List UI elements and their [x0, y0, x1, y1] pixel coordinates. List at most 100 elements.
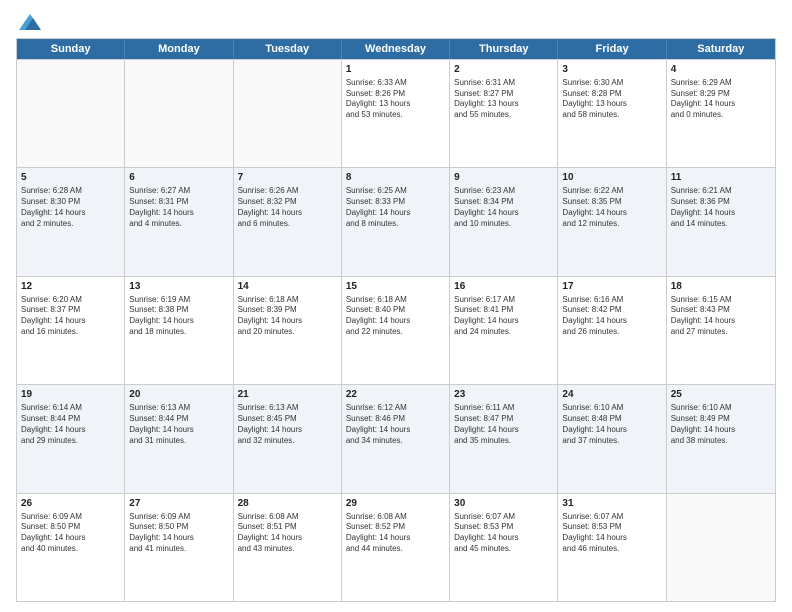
cal-cell: 9 Sunrise: 6:23 AM Sunset: 8:34 PM Daylig… — [450, 168, 558, 275]
week-row-1: 5Sunrise: 6:28 AM Sunset: 8:30 PM Daylig… — [17, 167, 775, 275]
day-number: 13 — [129, 280, 228, 293]
day-number: 29 — [346, 497, 445, 510]
cal-cell: 10 Sunrise: 6:22 AM Sunset: 8:35 PM Dayli… — [558, 168, 666, 275]
cell-info: Sunrise: 6:13 AM Sunset: 8:45 PM Dayligh… — [238, 403, 337, 446]
page: SundayMondayTuesdayWednesdayThursdayFrid… — [0, 0, 792, 612]
day-number: 9 — [454, 171, 553, 184]
cal-cell: 22Sunrise: 6:12 AM Sunset: 8:46 PM Dayli… — [342, 385, 450, 492]
cell-info: Sunrise: 6:14 AM Sunset: 8:44 PM Dayligh… — [21, 403, 120, 446]
day-number: 27 — [129, 497, 228, 510]
day-number: 21 — [238, 388, 337, 401]
cal-cell: 17 Sunrise: 6:16 AM Sunset: 8:42 PM Dayli… — [558, 277, 666, 384]
cell-info: Sunrise: 6:17 AM Sunset: 8:41 PM Dayligh… — [454, 295, 553, 338]
cell-info: Sunrise: 6:23 AM Sunset: 8:34 PM Dayligh… — [454, 186, 553, 229]
cal-cell: 15 Sunrise: 6:18 AM Sunset: 8:40 PM Dayli… — [342, 277, 450, 384]
day-number: 15 — [346, 280, 445, 293]
day-number: 25 — [671, 388, 771, 401]
day-number: 28 — [238, 497, 337, 510]
cell-info: Sunrise: 6:08 AM Sunset: 8:52 PM Dayligh… — [346, 512, 445, 555]
cal-cell: 28 Sunrise: 6:08 AM Sunset: 8:51 PM Dayli… — [234, 494, 342, 601]
cell-info: Sunrise: 6:29 AM Sunset: 8:29 PM Dayligh… — [671, 78, 771, 121]
header-day-thursday: Thursday — [450, 39, 558, 59]
cal-cell — [234, 60, 342, 167]
day-number: 31 — [562, 497, 661, 510]
cell-info: Sunrise: 6:25 AM Sunset: 8:33 PM Dayligh… — [346, 186, 445, 229]
cal-cell — [125, 60, 233, 167]
calendar-body: 1Sunrise: 6:33 AM Sunset: 8:26 PM Daylig… — [17, 59, 775, 601]
day-number: 16 — [454, 280, 553, 293]
cell-info: Sunrise: 6:21 AM Sunset: 8:36 PM Dayligh… — [671, 186, 771, 229]
cal-cell: 27 Sunrise: 6:09 AM Sunset: 8:50 PM Dayli… — [125, 494, 233, 601]
cal-cell: 11 Sunrise: 6:21 AM Sunset: 8:36 PM Dayli… — [667, 168, 775, 275]
logo — [16, 12, 41, 32]
cal-cell: 21 Sunrise: 6:13 AM Sunset: 8:45 PM Dayli… — [234, 385, 342, 492]
header-day-tuesday: Tuesday — [234, 39, 342, 59]
cal-cell: 3Sunrise: 6:30 AM Sunset: 8:28 PM Daylig… — [558, 60, 666, 167]
cal-cell: 8 Sunrise: 6:25 AM Sunset: 8:33 PM Daylig… — [342, 168, 450, 275]
cal-cell: 6Sunrise: 6:27 AM Sunset: 8:31 PM Daylig… — [125, 168, 233, 275]
day-number: 12 — [21, 280, 120, 293]
day-number: 24 — [562, 388, 661, 401]
header-day-saturday: Saturday — [667, 39, 775, 59]
header-day-wednesday: Wednesday — [342, 39, 450, 59]
logo-text — [16, 12, 41, 32]
cell-info: Sunrise: 6:31 AM Sunset: 8:27 PM Dayligh… — [454, 78, 553, 121]
day-number: 22 — [346, 388, 445, 401]
cal-cell: 25 Sunrise: 6:10 AM Sunset: 8:49 PM Dayli… — [667, 385, 775, 492]
cell-info: Sunrise: 6:07 AM Sunset: 8:53 PM Dayligh… — [454, 512, 553, 555]
cal-cell: 7Sunrise: 6:26 AM Sunset: 8:32 PM Daylig… — [234, 168, 342, 275]
day-number: 11 — [671, 171, 771, 184]
cell-info: Sunrise: 6:18 AM Sunset: 8:39 PM Dayligh… — [238, 295, 337, 338]
cell-info: Sunrise: 6:09 AM Sunset: 8:50 PM Dayligh… — [21, 512, 120, 555]
day-number: 8 — [346, 171, 445, 184]
day-number: 5 — [21, 171, 120, 184]
week-row-2: 12 Sunrise: 6:20 AM Sunset: 8:37 PM Dayli… — [17, 276, 775, 384]
day-number: 10 — [562, 171, 661, 184]
cell-info: Sunrise: 6:15 AM Sunset: 8:43 PM Dayligh… — [671, 295, 771, 338]
day-number: 30 — [454, 497, 553, 510]
day-number: 1 — [346, 63, 445, 76]
cell-info: Sunrise: 6:11 AM Sunset: 8:47 PM Dayligh… — [454, 403, 553, 446]
day-number: 2 — [454, 63, 553, 76]
cal-cell: 5Sunrise: 6:28 AM Sunset: 8:30 PM Daylig… — [17, 168, 125, 275]
cal-cell: 1Sunrise: 6:33 AM Sunset: 8:26 PM Daylig… — [342, 60, 450, 167]
cell-info: Sunrise: 6:09 AM Sunset: 8:50 PM Dayligh… — [129, 512, 228, 555]
cal-cell: 31Sunrise: 6:07 AM Sunset: 8:53 PM Dayli… — [558, 494, 666, 601]
cell-info: Sunrise: 6:16 AM Sunset: 8:42 PM Dayligh… — [562, 295, 661, 338]
cal-cell — [17, 60, 125, 167]
calendar-header: SundayMondayTuesdayWednesdayThursdayFrid… — [17, 39, 775, 59]
cell-info: Sunrise: 6:22 AM Sunset: 8:35 PM Dayligh… — [562, 186, 661, 229]
cal-cell: 23 Sunrise: 6:11 AM Sunset: 8:47 PM Dayli… — [450, 385, 558, 492]
calendar: SundayMondayTuesdayWednesdayThursdayFrid… — [16, 38, 776, 602]
logo-icon — [19, 14, 41, 30]
cell-info: Sunrise: 6:13 AM Sunset: 8:44 PM Dayligh… — [129, 403, 228, 446]
cal-cell: 26 Sunrise: 6:09 AM Sunset: 8:50 PM Dayli… — [17, 494, 125, 601]
cell-info: Sunrise: 6:20 AM Sunset: 8:37 PM Dayligh… — [21, 295, 120, 338]
header-day-friday: Friday — [558, 39, 666, 59]
cal-cell: 12 Sunrise: 6:20 AM Sunset: 8:37 PM Dayli… — [17, 277, 125, 384]
cell-info: Sunrise: 6:18 AM Sunset: 8:40 PM Dayligh… — [346, 295, 445, 338]
day-number: 19 — [21, 388, 120, 401]
day-number: 26 — [21, 497, 120, 510]
cell-info: Sunrise: 6:26 AM Sunset: 8:32 PM Dayligh… — [238, 186, 337, 229]
cal-cell: 16 Sunrise: 6:17 AM Sunset: 8:41 PM Dayli… — [450, 277, 558, 384]
cell-info: Sunrise: 6:19 AM Sunset: 8:38 PM Dayligh… — [129, 295, 228, 338]
cell-info: Sunrise: 6:08 AM Sunset: 8:51 PM Dayligh… — [238, 512, 337, 555]
cell-info: Sunrise: 6:10 AM Sunset: 8:49 PM Dayligh… — [671, 403, 771, 446]
day-number: 3 — [562, 63, 661, 76]
week-row-4: 26 Sunrise: 6:09 AM Sunset: 8:50 PM Dayli… — [17, 493, 775, 601]
day-number: 14 — [238, 280, 337, 293]
cal-cell: 29 Sunrise: 6:08 AM Sunset: 8:52 PM Dayli… — [342, 494, 450, 601]
day-number: 17 — [562, 280, 661, 293]
day-number: 20 — [129, 388, 228, 401]
cell-info: Sunrise: 6:10 AM Sunset: 8:48 PM Dayligh… — [562, 403, 661, 446]
cal-cell — [667, 494, 775, 601]
header-day-monday: Monday — [125, 39, 233, 59]
cal-cell: 13 Sunrise: 6:19 AM Sunset: 8:38 PM Dayli… — [125, 277, 233, 384]
cal-cell: 4 Sunrise: 6:29 AM Sunset: 8:29 PM Daylig… — [667, 60, 775, 167]
day-number: 23 — [454, 388, 553, 401]
week-row-3: 19 Sunrise: 6:14 AM Sunset: 8:44 PM Dayli… — [17, 384, 775, 492]
header — [16, 12, 776, 32]
day-number: 4 — [671, 63, 771, 76]
day-number: 18 — [671, 280, 771, 293]
